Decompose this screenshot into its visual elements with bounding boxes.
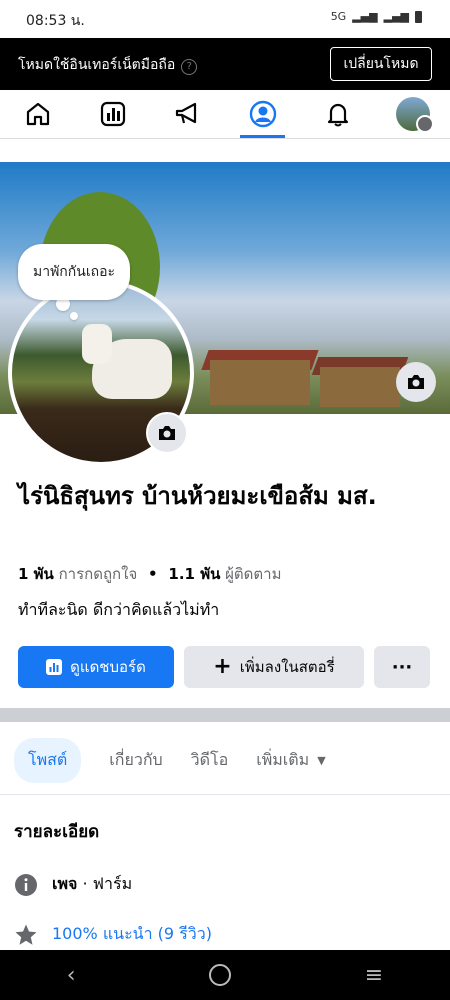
star-icon (15, 924, 37, 945)
action-buttons: ดูแดชบอร์ด + เพิ่มลงในสตอรี่ ··· (18, 646, 432, 688)
status-icons: 5G ▂▄▆ ▂▄▆ (331, 10, 422, 23)
data-mode-banner: โหมดใช้อินเทอร์เน็ตมือถือ? เปลี่ยนโหมด (0, 38, 450, 90)
nav-dashboard[interactable] (75, 90, 150, 138)
nav-account[interactable] (375, 90, 450, 138)
signal-icon: ▂▄▆ (352, 10, 378, 23)
top-nav (0, 90, 450, 139)
recommendation-text[interactable]: 100% แนะนำ (9 รีวิว) (52, 922, 212, 947)
goat-head-shape (82, 324, 112, 364)
likes-label[interactable]: การกดถูกใจ (59, 565, 138, 583)
dashboard-icon (46, 659, 63, 675)
home-icon (26, 102, 49, 126)
home-circle-icon[interactable] (209, 964, 232, 986)
followers-label[interactable]: ผู้ติดตาม (225, 565, 281, 583)
recommendation-row[interactable]: 100% แนะนำ (9 รีวิว) (14, 922, 212, 947)
stats-separator: • (148, 565, 158, 583)
profile-camera-button[interactable] (146, 412, 188, 454)
tabs-divider (0, 794, 450, 795)
data-mode-text: โหมดใช้อินเทอร์เน็ตมือถือ? (18, 54, 198, 76)
tab-about[interactable]: เกี่ยวกับ (109, 738, 162, 783)
profile-icon (249, 100, 276, 128)
nav-notifications[interactable] (300, 90, 375, 138)
profile-tabs: โพสต์ เกี่ยวกับ วิดีโอ เพิ่มเติม ▼ (14, 738, 326, 783)
plus-icon: + (213, 654, 232, 679)
page-label: เพจ (52, 874, 78, 893)
nav-profile[interactable] (225, 90, 300, 138)
page-title: ไร่นิธิสุนทร บ้านห้วยมะเขือส้ม มส. (18, 482, 377, 510)
status-bar: 08:53 น. 5G ▂▄▆ ▂▄▆ (0, 0, 450, 38)
back-icon[interactable]: ‹ (67, 963, 76, 988)
battery-icon (415, 10, 422, 23)
nav-home[interactable] (0, 90, 75, 138)
caret-down-icon: ▼ (317, 754, 326, 767)
switch-mode-button[interactable]: เปลี่ยนโหมด (330, 47, 432, 81)
dashboard-icon (100, 101, 125, 127)
details-heading: รายละเอียด (14, 822, 100, 842)
add-to-story-button[interactable]: + เพิ่มลงในสตอรี่ (184, 646, 364, 688)
network-label: 5G (330, 10, 347, 23)
tab-posts[interactable]: โพสต์ (14, 738, 82, 783)
followers-count: 1.1 พัน (168, 565, 221, 583)
hut-shape-2 (320, 367, 400, 407)
megaphone-icon (175, 102, 196, 124)
page-category-row: เพจ · ฟาร์ม (14, 872, 132, 897)
info-circle-icon (15, 873, 37, 896)
hut-shape (210, 360, 310, 405)
recents-icon[interactable]: ≡ (365, 963, 383, 988)
signal-icon-2: ▂▄▆ (383, 10, 409, 23)
bubble-dot-small (70, 312, 78, 320)
cover-camera-button[interactable] (396, 362, 436, 402)
system-nav-bar: ‹ ≡ (0, 950, 450, 1000)
avatar-icon (395, 97, 434, 133)
page-bio: ทำทีละนิด ดีกว่าคิดแล้วไม่ทำ (18, 600, 220, 619)
likes-count: 1 พัน (18, 565, 54, 583)
dashboard-button[interactable]: ดูแดชบอร์ด (18, 646, 174, 688)
page-category: · ฟาร์ม (82, 874, 133, 893)
status-time: 08:53 น. (26, 13, 85, 29)
note-bubble[interactable]: มาพักกันเถอะ (18, 244, 130, 300)
section-divider (0, 708, 450, 722)
page-stats: 1 พัน การกดถูกใจ • 1.1 พัน ผู้ติดตาม (18, 562, 281, 586)
info-icon[interactable]: ? (181, 59, 198, 75)
bell-icon (327, 103, 348, 127)
camera-icon (159, 426, 175, 440)
tab-videos[interactable]: วิดีโอ (191, 738, 229, 783)
nav-ads[interactable] (150, 90, 225, 138)
camera-icon (408, 375, 424, 389)
more-options-button[interactable]: ··· (374, 646, 430, 688)
tab-more[interactable]: เพิ่มเติม ▼ (256, 738, 325, 783)
menu-badge-icon (415, 115, 434, 133)
